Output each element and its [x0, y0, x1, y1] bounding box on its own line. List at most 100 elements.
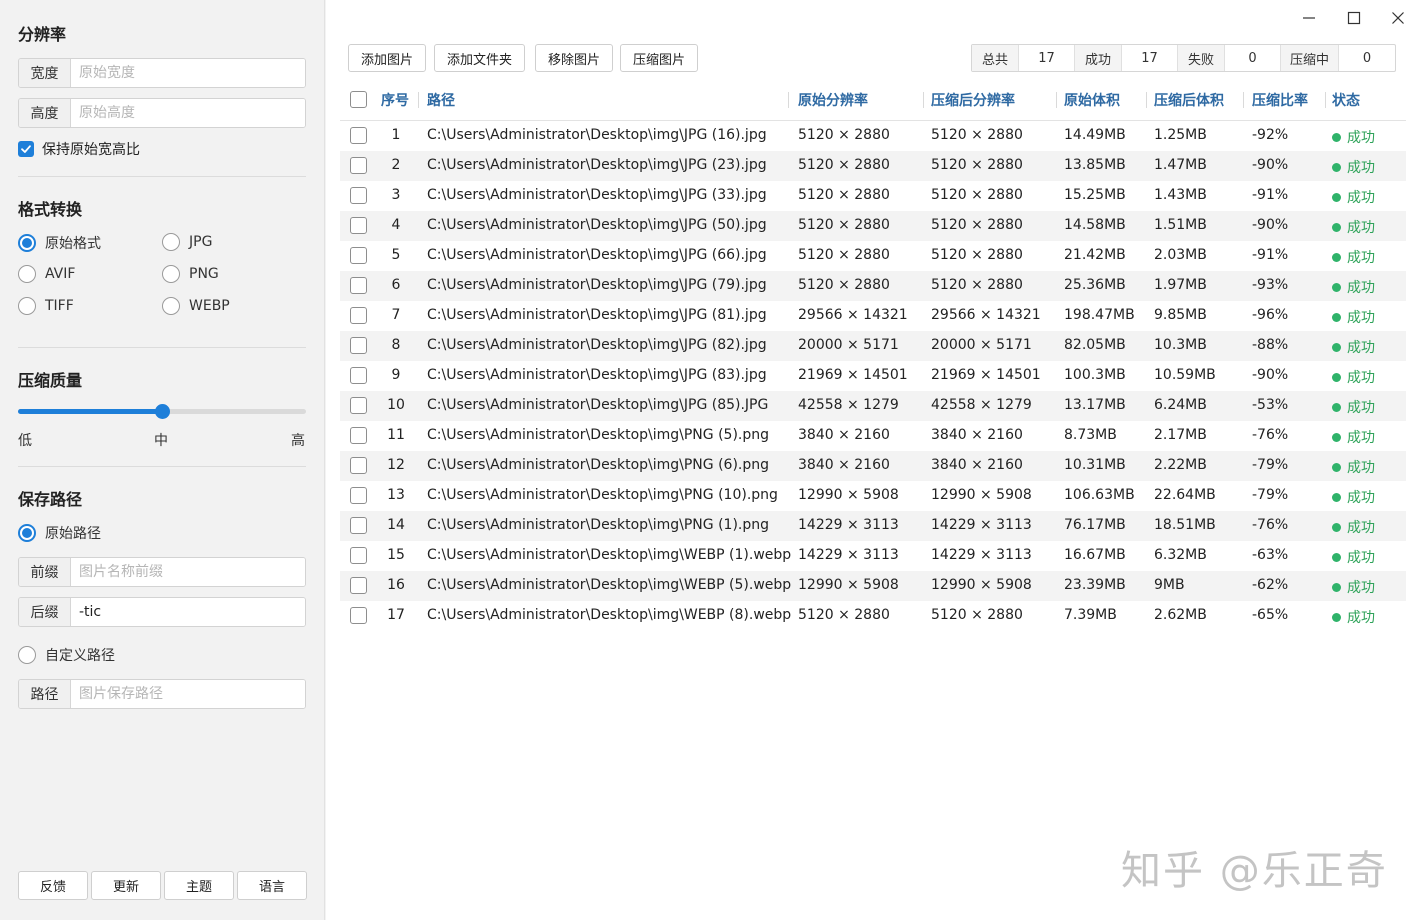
row-checkbox[interactable]	[350, 127, 367, 144]
row-checkbox[interactable]	[350, 457, 367, 474]
row-ratio: -92%	[1252, 127, 1289, 143]
path-label: 路径	[19, 680, 71, 708]
save-option-original-path[interactable]: 原始路径	[18, 523, 101, 543]
table-row[interactable]: 15 C:\Users\Administrator\Desktop\img\WEB…	[340, 541, 1406, 571]
status-label: 成功	[1347, 610, 1375, 626]
table-row[interactable]: 10 C:\Users\Administrator\Desktop\img\JPG…	[340, 391, 1406, 421]
row-path: C:\Users\Administrator\Desktop\img\PNG (…	[427, 457, 770, 473]
row-checkbox[interactable]	[350, 277, 367, 294]
row-checkbox[interactable]	[350, 397, 367, 414]
row-original-resolution: 12990 × 5908	[798, 577, 899, 593]
maximize-icon[interactable]	[1344, 8, 1364, 28]
radio-selected-icon	[18, 234, 36, 252]
add-folder-button[interactable]: 添加文件夹	[434, 44, 526, 72]
row-checkbox[interactable]	[350, 427, 367, 444]
table-row[interactable]: 4 C:\Users\Administrator\Desktop\img\JPG …	[340, 211, 1406, 241]
status-label: 成功	[1347, 490, 1375, 506]
quality-high-label: 高	[291, 433, 305, 449]
row-path: C:\Users\Administrator\Desktop\img\PNG (…	[427, 487, 778, 503]
save-option-label: 自定义路径	[45, 648, 115, 664]
remove-images-button[interactable]: 移除图片	[535, 44, 614, 72]
format-option-webp[interactable]: WEBP	[162, 297, 230, 315]
path-input[interactable]	[71, 680, 305, 708]
path-field: 路径	[18, 679, 306, 709]
quality-slider[interactable]	[18, 404, 306, 419]
row-index: 11	[387, 427, 405, 443]
stat-total-label: 总共	[972, 45, 1019, 71]
table-row[interactable]: 3 C:\Users\Administrator\Desktop\img\JPG …	[340, 181, 1406, 211]
table-row[interactable]: 12 C:\Users\Administrator\Desktop\img\PNG…	[340, 451, 1406, 481]
column-separator[interactable]	[1146, 92, 1147, 108]
suffix-input[interactable]	[71, 598, 305, 626]
format-option-jpg[interactable]: JPG	[162, 233, 212, 251]
select-all-checkbox[interactable]	[350, 91, 367, 108]
table-row[interactable]: 11 C:\Users\Administrator\Desktop\img\PNG…	[340, 421, 1406, 451]
row-checkbox[interactable]	[350, 157, 367, 174]
quality-section-title: 压缩质量	[18, 371, 83, 390]
save-option-custom-path[interactable]: 自定义路径	[18, 645, 115, 665]
save-section-title: 保存路径	[18, 490, 83, 509]
prefix-field: 前缀	[18, 557, 306, 587]
row-checkbox[interactable]	[350, 577, 367, 594]
table-row[interactable]: 14 C:\Users\Administrator\Desktop\img\PNG…	[340, 511, 1406, 541]
quality-slider-thumb[interactable]	[155, 404, 170, 419]
minimize-icon[interactable]	[1299, 8, 1319, 28]
table-row[interactable]: 13 C:\Users\Administrator\Desktop\img\PNG…	[340, 481, 1406, 511]
table-row[interactable]: 8 C:\Users\Administrator\Desktop\img\JPG …	[340, 331, 1406, 361]
row-original-size: 198.47MB	[1064, 307, 1135, 323]
status-label: 成功	[1347, 520, 1375, 536]
column-separator[interactable]	[1243, 92, 1244, 108]
row-checkbox[interactable]	[350, 547, 367, 564]
radio-icon	[162, 233, 180, 251]
row-checkbox[interactable]	[350, 217, 367, 234]
row-checkbox[interactable]	[350, 307, 367, 324]
row-ratio: -90%	[1252, 157, 1289, 173]
row-ratio: -79%	[1252, 457, 1289, 473]
table-row[interactable]: 9 C:\Users\Administrator\Desktop\img\JPG …	[340, 361, 1406, 391]
column-separator[interactable]	[788, 92, 789, 108]
row-checkbox[interactable]	[350, 247, 367, 264]
column-separator[interactable]	[923, 92, 924, 108]
success-dot-icon	[1332, 372, 1341, 382]
row-checkbox[interactable]	[350, 517, 367, 534]
theme-button[interactable]: 主题	[164, 871, 234, 900]
row-original-resolution: 14229 × 3113	[798, 517, 899, 533]
column-separator[interactable]	[418, 92, 419, 108]
column-separator[interactable]	[1325, 92, 1326, 108]
format-option-label: TIFF	[45, 298, 74, 314]
update-button[interactable]: 更新	[91, 871, 161, 900]
keep-ratio-label: 保持原始宽高比	[42, 142, 140, 158]
format-option-png[interactable]: PNG	[162, 265, 219, 283]
table-row[interactable]: 6 C:\Users\Administrator\Desktop\img\JPG …	[340, 271, 1406, 301]
status-label: 成功	[1347, 160, 1375, 176]
height-input[interactable]	[71, 99, 305, 127]
row-checkbox[interactable]	[350, 337, 367, 354]
add-images-button[interactable]: 添加图片	[348, 44, 427, 72]
format-option-avif[interactable]: AVIF	[18, 265, 75, 283]
row-checkbox[interactable]	[350, 607, 367, 624]
keep-ratio-checkbox[interactable]: 保持原始宽高比	[18, 139, 140, 159]
row-index: 15	[387, 547, 405, 563]
table-row[interactable]: 5 C:\Users\Administrator\Desktop\img\JPG …	[340, 241, 1406, 271]
row-checkbox[interactable]	[350, 187, 367, 204]
compress-images-button[interactable]: 压缩图片	[620, 44, 699, 72]
row-checkbox[interactable]	[350, 367, 367, 384]
table-row[interactable]: 2 C:\Users\Administrator\Desktop\img\JPG …	[340, 151, 1406, 181]
format-section-title: 格式转换	[18, 200, 83, 219]
row-compressed-size: 1.47MB	[1154, 157, 1207, 173]
column-separator[interactable]	[1056, 92, 1057, 108]
format-option-original[interactable]: 原始格式	[18, 233, 101, 253]
language-button[interactable]: 语言	[237, 871, 307, 900]
suffix-label: 后缀	[19, 598, 71, 626]
row-checkbox[interactable]	[350, 487, 367, 504]
width-input[interactable]	[71, 59, 305, 87]
table-row[interactable]: 7 C:\Users\Administrator\Desktop\img\JPG …	[340, 301, 1406, 331]
format-option-tiff[interactable]: TIFF	[18, 297, 74, 315]
table-row[interactable]: 1 C:\Users\Administrator\Desktop\img\JPG …	[340, 121, 1406, 151]
close-icon[interactable]	[1388, 8, 1408, 28]
prefix-input[interactable]	[71, 558, 305, 586]
table-row[interactable]: 16 C:\Users\Administrator\Desktop\img\WEB…	[340, 571, 1406, 601]
row-ratio: -90%	[1252, 367, 1289, 383]
table-row[interactable]: 17 C:\Users\Administrator\Desktop\img\WEB…	[340, 601, 1406, 631]
feedback-button[interactable]: 反馈	[18, 871, 88, 900]
